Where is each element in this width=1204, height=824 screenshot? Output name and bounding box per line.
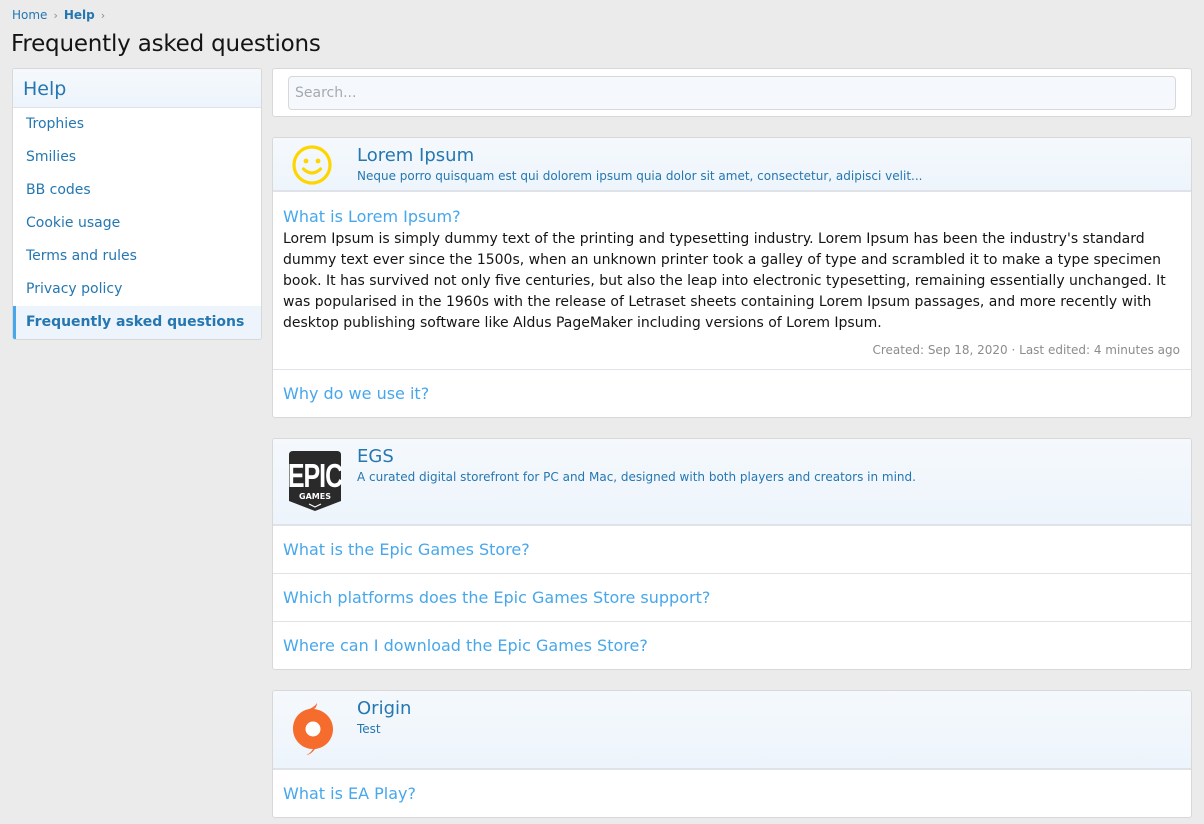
category-description: Test <box>357 722 381 736</box>
faq-main: Lorem Ipsum Neque porro quisquam est qui… <box>272 68 1192 818</box>
sidebar-item-faq[interactable]: Frequently asked questions <box>13 306 261 339</box>
svg-text:EPIC: EPIC <box>288 457 343 495</box>
search-input[interactable] <box>288 76 1176 110</box>
epic-games-logo-icon: EPIC GAMES <box>287 449 344 517</box>
faq-item: What is EA Play? <box>273 769 1191 817</box>
category-title[interactable]: Origin <box>357 698 1181 720</box>
sidebar-item-cookie-usage[interactable]: Cookie usage <box>13 207 261 240</box>
sidebar-item-trophies[interactable]: Trophies <box>13 108 261 141</box>
category-header: Origin Test <box>273 691 1191 769</box>
category-description: Neque porro quisquam est qui dolorem ips… <box>357 169 923 183</box>
breadcrumb-help[interactable]: Help <box>64 8 95 22</box>
sidebar-title: Help <box>13 69 261 108</box>
breadcrumb-home[interactable]: Home <box>12 8 47 22</box>
smiley-icon <box>291 144 333 190</box>
faq-question[interactable]: What is Lorem Ipsum? <box>283 192 1181 227</box>
chevron-right-icon: › <box>100 8 106 22</box>
category-title[interactable]: Lorem Ipsum <box>357 145 1181 167</box>
faq-item: What is the Epic Games Store? <box>273 525 1191 573</box>
sidebar-nav: Trophies Smilies BB codes Cookie usage T… <box>13 108 261 339</box>
faq-category-lorem-ipsum: Lorem Ipsum Neque porro quisquam est qui… <box>272 137 1192 418</box>
category-description: A curated digital storefront for PC and … <box>357 470 916 484</box>
breadcrumb: Home › Help › <box>12 8 111 22</box>
svg-text:GAMES: GAMES <box>299 492 331 501</box>
faq-question[interactable]: What is the Epic Games Store? <box>283 526 1181 573</box>
faq-category-egs: EPIC GAMES EGS A curated digital storefr… <box>272 438 1192 670</box>
faq-item: Why do we use it? <box>273 369 1191 417</box>
sidebar-item-terms-and-rules[interactable]: Terms and rules <box>13 240 261 273</box>
chevron-right-icon: › <box>53 8 58 22</box>
faq-question[interactable]: Which platforms does the Epic Games Stor… <box>283 574 1181 621</box>
search-block <box>272 68 1192 117</box>
faq-item: Where can I download the Epic Games Stor… <box>273 621 1191 669</box>
origin-logo-icon <box>289 700 337 762</box>
category-header: Lorem Ipsum Neque porro quisquam est qui… <box>273 138 1191 191</box>
sidebar-item-bb-codes[interactable]: BB codes <box>13 174 261 207</box>
faq-question[interactable]: What is EA Play? <box>283 770 1181 817</box>
category-header: EPIC GAMES EGS A curated digital storefr… <box>273 439 1191 525</box>
sidebar-item-smilies[interactable]: Smilies <box>13 141 261 174</box>
sidebar-item-privacy-policy[interactable]: Privacy policy <box>13 273 261 306</box>
category-title[interactable]: EGS <box>357 446 1181 468</box>
help-sidebar: Help Trophies Smilies BB codes Cookie us… <box>12 68 262 340</box>
faq-item: What is Lorem Ipsum? Lorem Ipsum is simp… <box>273 191 1191 369</box>
faq-item: Which platforms does the Epic Games Stor… <box>273 573 1191 621</box>
faq-category-origin: Origin Test What is EA Play? <box>272 690 1192 818</box>
faq-meta: Created: Sep 18, 2020 · Last edited: 4 m… <box>872 343 1180 357</box>
faq-question[interactable]: Why do we use it? <box>283 370 1181 417</box>
faq-question[interactable]: Where can I download the Epic Games Stor… <box>283 622 1181 669</box>
faq-answer: Lorem Ipsum is simply dummy text of the … <box>283 231 1166 331</box>
page-title: Frequently asked questions <box>11 31 321 57</box>
